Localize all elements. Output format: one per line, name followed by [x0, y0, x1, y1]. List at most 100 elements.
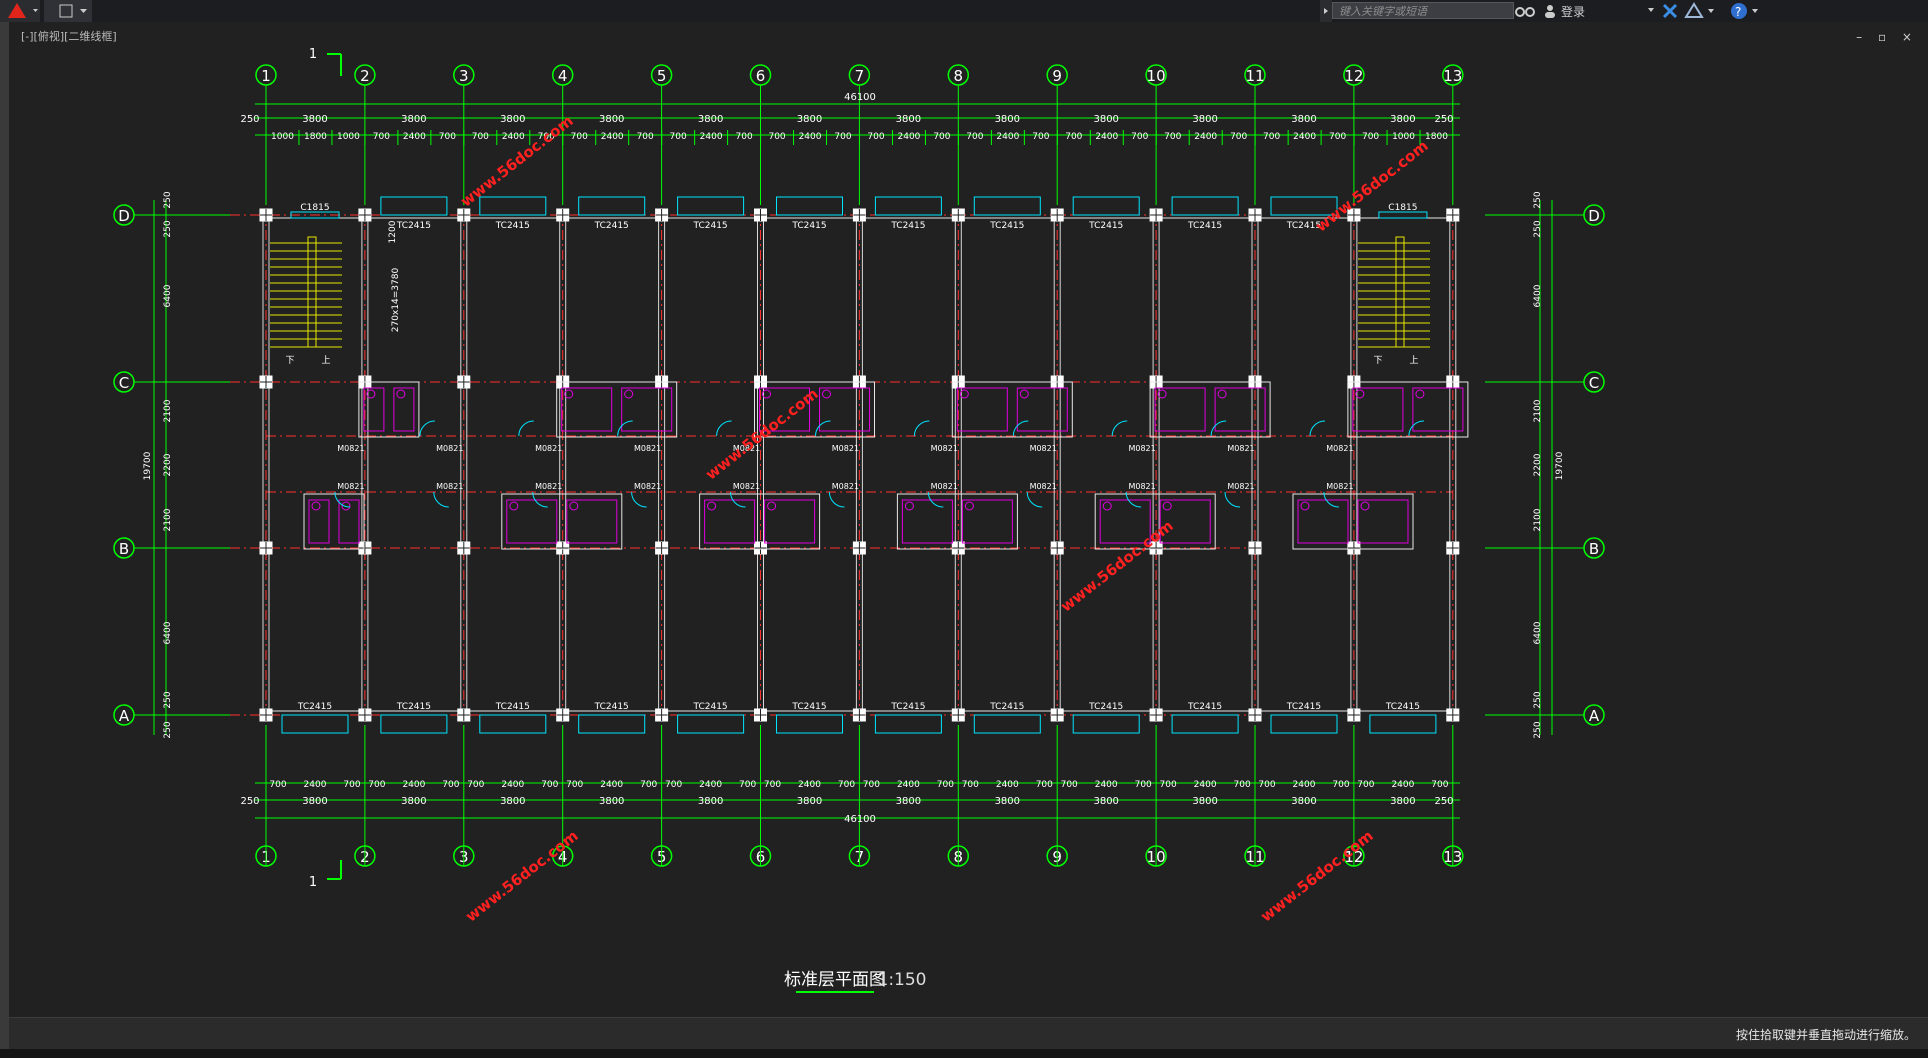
detail-dim-top: 1000	[1392, 132, 1415, 142]
bay-dim-bottom: 3800	[1192, 796, 1217, 807]
door-swing	[518, 420, 534, 437]
detail-dim-bottom: 700	[962, 780, 979, 790]
window-tc2415	[776, 196, 843, 216]
vertical-dim: 250	[163, 191, 173, 208]
total-depth-left: 19700	[143, 451, 153, 480]
toilet-fixture	[396, 389, 406, 399]
bay-dim-bottom: 3800	[1093, 796, 1118, 807]
detail-dim-bottom: 2400	[699, 780, 722, 790]
community-dropdown-icon[interactable]	[1708, 9, 1714, 13]
detail-dim-top: 700	[1131, 132, 1148, 142]
bathroom-fixture	[1297, 499, 1349, 544]
door-label: M0821	[1326, 444, 1353, 453]
door-label: M0821	[436, 482, 463, 491]
detail-dim-bottom: 700	[739, 780, 756, 790]
window-label: TC2415	[1286, 702, 1321, 712]
detail-dim-top: 1000	[337, 132, 360, 142]
window-tc2415	[1369, 714, 1437, 734]
toilet-fixture	[509, 501, 519, 511]
vertical-dim: 250	[163, 220, 173, 237]
window-tc2415	[1171, 714, 1239, 734]
window-label: TC2415	[890, 221, 925, 231]
drawing-title: 标准层平面图	[784, 970, 886, 990]
detail-dim-top: 2400	[1095, 132, 1118, 142]
window-label: TC2415	[1187, 702, 1222, 712]
bay-dim-top: 3800	[995, 114, 1020, 125]
window-label: TC2415	[693, 221, 728, 231]
total-depth-right: 19700	[1555, 451, 1565, 480]
vertical-dim: 2200	[1533, 453, 1543, 476]
window-label: TC2415	[1385, 702, 1420, 712]
detail-dim-bottom: 700	[1135, 780, 1152, 790]
detail-dim-bottom: 700	[1061, 780, 1078, 790]
bathroom-fixture	[561, 387, 613, 432]
window-tc2415	[874, 196, 942, 216]
door-swing	[913, 420, 930, 437]
detail-dim-bottom: 700	[640, 780, 657, 790]
vertical-dim: 250	[1533, 191, 1543, 208]
help-dropdown-icon[interactable]	[1752, 9, 1758, 13]
toilet-fixture	[1360, 501, 1370, 511]
bay-dim-top: 3800	[599, 114, 624, 125]
bay-dim-bottom: 3800	[401, 796, 426, 807]
detail-dim-bottom: 2400	[1293, 780, 1316, 790]
door-label: M0821	[634, 444, 661, 453]
community-icon[interactable]	[1684, 2, 1704, 18]
toilet-fixture	[1217, 389, 1227, 399]
detail-dim-bottom: 2400	[304, 780, 327, 790]
detail-dim-bottom: 2400	[501, 780, 524, 790]
window-tc2415	[380, 196, 448, 216]
bay-dim-top: 3800	[500, 114, 525, 125]
detail-dim-top: 1000	[271, 132, 294, 142]
drawing-scale: 1:150	[878, 970, 927, 990]
bay-dim-bottom: 3800	[797, 796, 822, 807]
detail-dim-top: 700	[1230, 132, 1247, 142]
detail-dim-bottom: 700	[665, 780, 682, 790]
toilet-fixture	[624, 389, 634, 399]
window-tc2415	[479, 196, 547, 216]
watermark-text: www.56doc.com	[457, 112, 577, 211]
door-swing	[828, 491, 845, 508]
toilet-fixture	[1162, 501, 1172, 511]
window-tc2415	[578, 714, 646, 734]
bathroom-wall	[896, 493, 1018, 550]
help-icon[interactable]: ?	[1731, 3, 1747, 19]
window-tc2415	[578, 196, 646, 216]
bay-dim-top: 3800	[1192, 114, 1217, 125]
detail-dim-bottom: 700	[343, 780, 360, 790]
stair-dim-label: 270x14=3780	[391, 268, 401, 333]
end-offset: 250	[240, 114, 259, 125]
binoculars-icon[interactable]	[1515, 7, 1535, 17]
axis-letter: B	[1589, 540, 1599, 558]
detail-dim-top: 700	[1362, 132, 1379, 142]
detail-dim-bottom: 700	[1160, 780, 1177, 790]
toilet-fixture	[822, 389, 831, 399]
window-tc2415	[1072, 196, 1140, 216]
vertical-dim: 250	[1533, 220, 1543, 237]
dim-1200: 1200	[388, 220, 398, 243]
user-icon[interactable]	[1545, 5, 1555, 18]
axis-number: 11	[1245, 67, 1264, 85]
login-dropdown-icon[interactable]	[1648, 8, 1654, 12]
exchange-x-icon[interactable]	[1662, 3, 1678, 19]
floor-plan-drawing: 1122334455667788991010111112121313D DC CB B…	[113, 47, 1605, 993]
window-tc2415	[479, 714, 547, 734]
door-label: M0821	[1030, 444, 1057, 453]
door-swing	[716, 420, 732, 437]
detail-dim-bottom: 700	[1431, 780, 1448, 790]
window-label: TC2415	[693, 702, 728, 712]
vertical-dim: 250	[163, 691, 173, 708]
window-label: C1815	[300, 203, 329, 213]
bathroom-fixture	[704, 499, 756, 544]
login-label[interactable]: 登录	[1561, 3, 1585, 20]
door-swing	[419, 420, 435, 437]
detail-dim-bottom: 700	[1332, 780, 1349, 790]
detail-dim-top: 700	[1263, 132, 1280, 142]
search-input[interactable]: 键入关键字或短语	[1332, 2, 1514, 19]
total-width-top: 46100	[844, 92, 876, 103]
drawing-canvas[interactable]: [-][俯视][二维线框] – ▫ × 1 1 2 2 3 3 4 4 5 5 6 6 7 7 8 8 9 9 10…	[9, 22, 1928, 1017]
vertical-dim: 250	[1533, 691, 1543, 708]
axis-letter: C	[119, 374, 129, 392]
title-toolbar: ? 键入关键字或短语 登录	[0, 0, 1928, 22]
bay-dim-bottom: 3800	[1390, 796, 1415, 807]
